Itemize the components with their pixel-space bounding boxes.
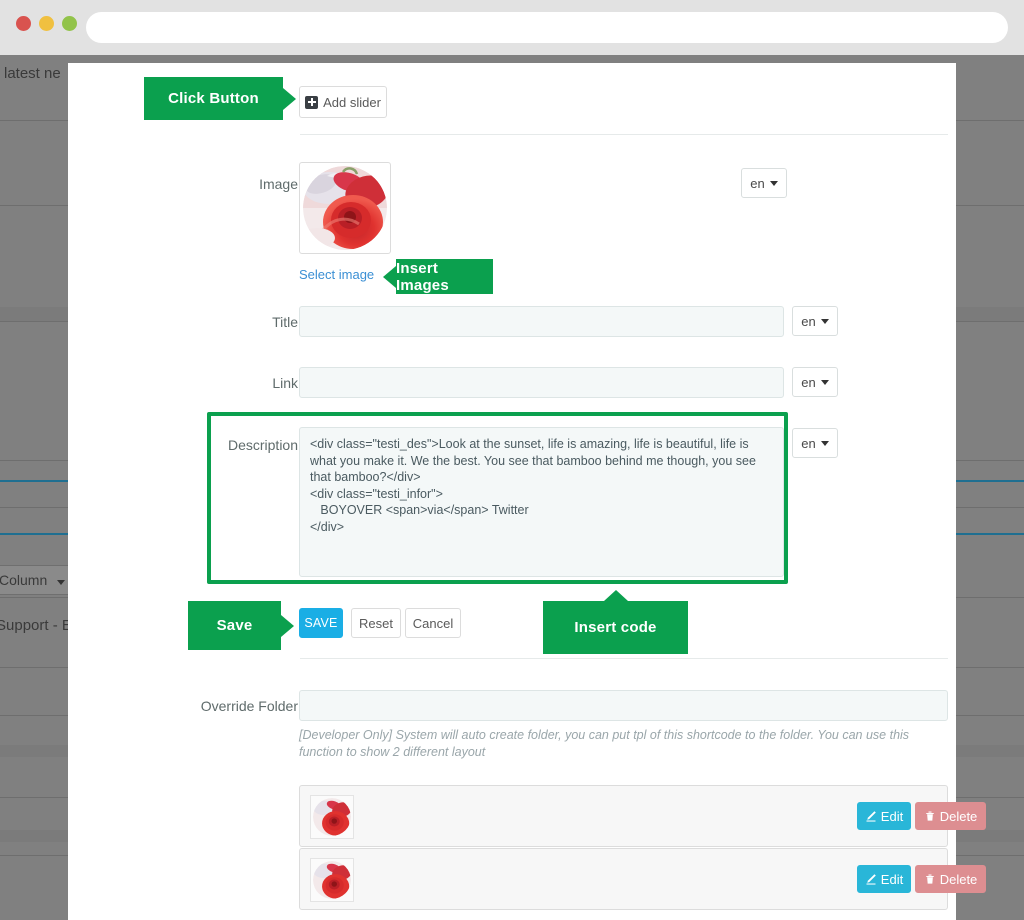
- row-thumbnail: [310, 858, 354, 902]
- annotation-insert-images-label: Insert Images: [396, 259, 449, 294]
- chevron-down-icon: [820, 318, 829, 324]
- backdrop-column-dropdown[interactable]: Column: [0, 565, 77, 595]
- description-field-label: Description: [227, 437, 298, 453]
- annotation-save-label: Save: [216, 617, 253, 634]
- address-bar[interactable]: [86, 12, 1008, 43]
- callout-arrow-left-icon: [383, 265, 396, 288]
- annotation-click-button-label: Click Button: [168, 90, 259, 107]
- backdrop-text-latest-news: latest ne: [4, 65, 61, 82]
- image-language-value: en: [750, 175, 765, 191]
- reset-button[interactable]: Reset: [351, 608, 401, 638]
- rose-image: [313, 798, 351, 836]
- pencil-icon: [866, 874, 876, 885]
- image-language-select[interactable]: en: [741, 168, 787, 198]
- trash-icon: [925, 874, 934, 884]
- add-slider-label: Add slider: [323, 94, 381, 110]
- delete-button[interactable]: Delete: [915, 865, 986, 893]
- link-field-label: Link: [272, 375, 298, 391]
- image-preview-box[interactable]: [299, 162, 391, 254]
- reset-button-label: Reset: [359, 615, 393, 631]
- browser-chrome: [0, 0, 1024, 55]
- annotation-save: Save: [188, 601, 294, 650]
- minimize-window-icon[interactable]: [39, 16, 54, 31]
- link-language-value: en: [801, 374, 816, 390]
- rose-image: [313, 861, 351, 899]
- link-input[interactable]: [299, 367, 784, 398]
- edit-button[interactable]: Edit: [857, 865, 911, 893]
- chevron-down-icon: [769, 180, 778, 186]
- annotation-insert-code: Insert code: [543, 590, 688, 654]
- backdrop-column-dropdown-label: Column: [0, 572, 48, 588]
- shortcode-editor-modal: Add slider Image Select image en Title e…: [68, 63, 986, 920]
- image-field-label: Image: [259, 176, 298, 192]
- chevron-down-icon: [57, 580, 66, 585]
- backdrop-text-support: Support - E: [0, 617, 72, 634]
- annotation-insert-images: Insert Images: [383, 259, 493, 294]
- title-input[interactable]: [299, 306, 784, 337]
- override-folder-label: Override Folder: [200, 698, 298, 714]
- select-image-link[interactable]: Select image: [299, 267, 374, 282]
- description-language-select[interactable]: en: [792, 428, 838, 458]
- chevron-down-icon: [820, 440, 829, 446]
- edit-button-label: Edit: [880, 871, 904, 887]
- window-controls: [16, 16, 77, 31]
- link-language-select[interactable]: en: [792, 367, 838, 397]
- callout-arrow-right-icon: [281, 614, 294, 637]
- cancel-button[interactable]: Cancel: [405, 608, 461, 638]
- override-folder-help: [Developer Only] System will auto create…: [299, 728, 910, 759]
- row-thumbnail: [310, 795, 354, 839]
- actions-divider: [300, 658, 948, 659]
- save-button[interactable]: SAVE: [299, 608, 343, 638]
- table-row: Edit Delete: [299, 785, 986, 847]
- chevron-down-icon: [820, 379, 829, 385]
- save-button-label: SAVE: [304, 616, 338, 630]
- annotation-click-button: Click Button: [144, 77, 296, 120]
- title-field-label: Title: [272, 314, 298, 330]
- delete-button[interactable]: Delete: [915, 802, 986, 830]
- close-window-icon[interactable]: [16, 16, 31, 31]
- override-folder-input[interactable]: [299, 690, 948, 721]
- trash-icon: [925, 811, 934, 821]
- annotation-insert-code-label: Insert code: [574, 619, 657, 636]
- pencil-icon: [866, 811, 876, 822]
- maximize-window-icon[interactable]: [62, 16, 77, 31]
- add-slider-button[interactable]: Add slider: [299, 86, 387, 118]
- description-language-value: en: [801, 435, 816, 451]
- description-textarea[interactable]: [299, 427, 784, 577]
- rose-image: [303, 166, 387, 250]
- title-language-value: en: [801, 313, 816, 329]
- delete-button-label: Delete: [939, 871, 978, 887]
- table-row: Edit Delete: [299, 848, 986, 910]
- callout-arrow-right-icon: [283, 87, 296, 110]
- cancel-button-label: Cancel: [412, 615, 454, 631]
- callout-arrow-up-icon: [603, 590, 628, 601]
- delete-button-label: Delete: [939, 808, 978, 824]
- plus-square-icon: [305, 95, 319, 109]
- edit-button[interactable]: Edit: [857, 802, 911, 830]
- title-language-select[interactable]: en: [792, 306, 838, 336]
- edit-button-label: Edit: [880, 808, 904, 824]
- toolbar-divider: [300, 134, 948, 135]
